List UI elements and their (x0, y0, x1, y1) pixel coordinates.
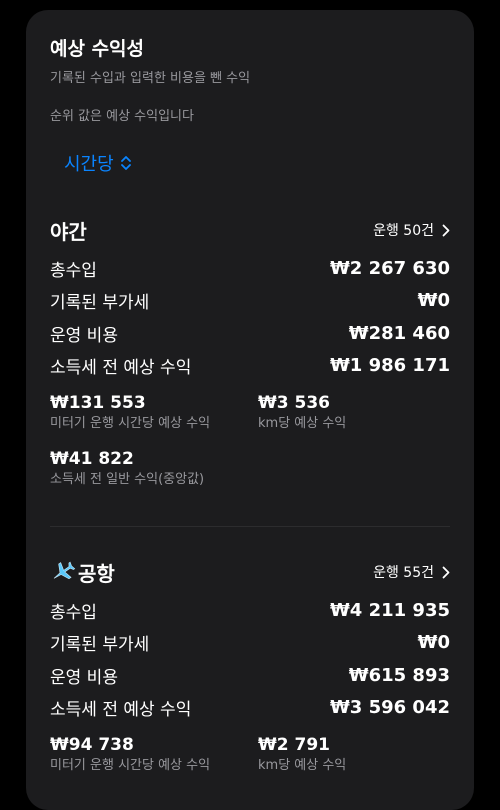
row-value: ₩1 986 171 (329, 355, 450, 377)
chevron-up-down-icon (120, 155, 132, 171)
stats-grid: ₩131 553 미터기 운행 시간당 예상 수익 ₩3 536 km당 예상 … (50, 392, 450, 490)
trips-count: 운행 50건 (373, 223, 434, 239)
section-header: 공항 운행 55건 (50, 554, 450, 590)
section-divider (50, 526, 450, 527)
section-title-text: 야간 (50, 219, 87, 244)
row-label: 기록된 부가세 (50, 293, 150, 314)
row-label: 운영 비용 (50, 325, 118, 346)
stat-label: km당 예상 수익 (258, 416, 347, 431)
row-label: 소득세 전 예상 수익 (50, 358, 192, 379)
row-value: ₩3 596 042 (329, 697, 450, 719)
row-label: 총수입 (50, 602, 97, 623)
row-value: ₩0 (417, 290, 450, 312)
stat-label: 소득세 전 일반 수익(중앙값) (50, 472, 205, 487)
section-title: 야간 (50, 216, 87, 245)
stat-hourly: ₩131 553 미터기 운행 시간당 예상 수익 (50, 392, 258, 434)
row-vat: 기록된 부가세 ₩0 (50, 285, 450, 318)
airplane-icon (50, 560, 76, 584)
row-label: 총수입 (50, 260, 97, 281)
chevron-right-icon (442, 224, 450, 236)
period-selector-label: 시간당 (64, 154, 114, 175)
ranking-note: 순위 값은 예상 수익입니다 (50, 109, 194, 124)
stat-per-km: ₩3 536 km당 예상 수익 (258, 392, 450, 434)
trips-link[interactable]: 운행 55건 (373, 562, 450, 582)
row-value: ₩4 211 935 (329, 599, 450, 621)
trips-count: 운행 55건 (373, 565, 434, 581)
stat-value: ₩131 553 (50, 393, 146, 413)
row-label: 기록된 부가세 (50, 635, 150, 656)
stat-value: ₩2 791 (258, 735, 330, 755)
chevron-right-icon (442, 566, 450, 578)
row-value: ₩615 893 (348, 664, 450, 686)
row-pretax-profit: 소득세 전 예상 수익 ₩3 596 042 (50, 692, 450, 725)
trips-link[interactable]: 운행 50건 (373, 220, 450, 240)
stat-label: 미터기 운행 시간당 예상 수익 (50, 758, 211, 773)
section-title-text: 공항 (78, 561, 115, 586)
row-value: ₩0 (417, 632, 450, 654)
stat-value: ₩94 738 (50, 735, 134, 755)
profitability-card: 예상 수익성 기록된 수입과 입력한 비용을 뺀 수익 순위 값은 예상 수익입… (26, 10, 474, 810)
section-night: 야간 운행 50건 총수입 ₩2 267 630 기록된 부가세 ₩0 운영 비… (50, 212, 450, 490)
row-label: 소득세 전 예상 수익 (50, 700, 192, 721)
section-airport: 공항 운행 55건 총수입 ₩4 211 935 기록된 부가세 ₩0 운영 비… (50, 554, 450, 776)
row-pretax-profit: 소득세 전 예상 수익 ₩1 986 171 (50, 350, 450, 383)
section-header: 야간 운행 50건 (50, 212, 450, 248)
row-value: ₩281 460 (348, 322, 450, 344)
row-gross-income: 총수입 ₩4 211 935 (50, 594, 450, 627)
card-subtitle: 기록된 수입과 입력한 비용을 뺀 수익 (50, 71, 251, 86)
stat-value: ₩3 536 (258, 393, 330, 413)
card-title: 예상 수익성 (50, 38, 145, 60)
stat-value: ₩41 822 (50, 449, 134, 469)
row-gross-income: 총수입 ₩2 267 630 (50, 252, 450, 285)
row-operating-cost: 운영 비용 ₩281 460 (50, 317, 450, 350)
row-label: 운영 비용 (50, 667, 118, 688)
period-selector[interactable]: 시간당 (64, 150, 132, 176)
row-vat: 기록된 부가세 ₩0 (50, 627, 450, 660)
stat-median: ₩41 822 소득세 전 일반 수익(중앙값) (50, 448, 258, 490)
row-value: ₩2 267 630 (329, 257, 450, 279)
stat-label: 미터기 운행 시간당 예상 수익 (50, 416, 211, 431)
row-operating-cost: 운영 비용 ₩615 893 (50, 659, 450, 692)
section-title: 공항 (50, 558, 115, 587)
stat-label: km당 예상 수익 (258, 758, 347, 773)
